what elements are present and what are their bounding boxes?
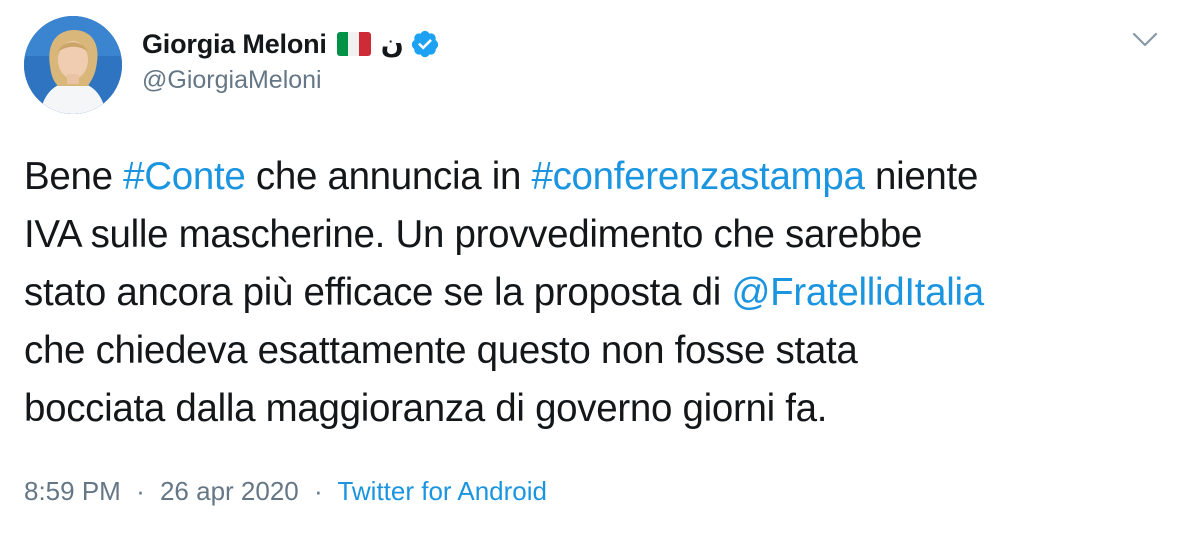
- tweet-header: Giorgia Meloni ن @GiorgiaMeloni: [142, 24, 440, 95]
- hashtag-link[interactable]: #Conte: [123, 155, 246, 198]
- tweet-meta: 8:59 PM · 26 apr 2020 · Twitter for Andr…: [24, 476, 547, 507]
- tweet-text-segment: che chiedeva esattamente questo non foss…: [24, 329, 858, 372]
- verified-badge-icon: [411, 30, 438, 58]
- arabic-nun-glyph: ن: [380, 28, 404, 60]
- hashtag-link[interactable]: #conferenzastampa: [532, 155, 865, 198]
- tweet-text-line: Bene #Conte che annuncia in #conferenzas…: [24, 148, 1159, 206]
- tweet-text-line: bocciata dalla maggioranza di governo gi…: [24, 380, 1159, 438]
- mention-link[interactable]: @FratellidItalia: [731, 271, 984, 314]
- tweet-text-segment: che annuncia in: [245, 155, 532, 198]
- tweet-source[interactable]: Twitter for Android: [337, 476, 547, 506]
- flag-green-stripe: [336, 32, 349, 56]
- italy-flag-icon: [336, 32, 371, 56]
- chevron-down-icon[interactable]: [1132, 32, 1158, 48]
- tweet-text: Bene #Conte che annuncia in #conferenzas…: [24, 148, 1159, 438]
- tweet-text-line: stato ancora più efficace se la proposta…: [24, 264, 1159, 322]
- avatar-photo: [24, 16, 122, 114]
- flag-red-stripe: [359, 32, 371, 56]
- tweet-text-segment: bocciata dalla maggioranza di governo gi…: [24, 387, 828, 430]
- tweet-time[interactable]: 8:59 PM: [24, 476, 121, 506]
- tweet-text-segment: stato ancora più efficace se la proposta…: [24, 271, 732, 314]
- user-handle[interactable]: @GiorgiaMeloni: [142, 66, 440, 95]
- display-name[interactable]: Giorgia Meloni: [142, 29, 327, 60]
- tweet-text-line: IVA sulle mascherine. Un provvedimento c…: [24, 206, 1159, 264]
- meta-separator: ·: [314, 476, 323, 506]
- avatar[interactable]: [24, 16, 122, 114]
- name-row: Giorgia Meloni ن: [142, 24, 440, 64]
- tweet-text-segment: niente: [864, 155, 979, 198]
- tweet-text-line: che chiedeva esattamente questo non foss…: [24, 322, 1159, 380]
- tweet-text-segment: IVA sulle mascherine. Un provvedimento c…: [24, 213, 923, 256]
- flag-white-stripe: [348, 32, 360, 56]
- tweet-date[interactable]: 26 apr 2020: [160, 476, 299, 506]
- meta-separator: ·: [136, 476, 145, 506]
- tweet-text-segment: Bene: [24, 155, 124, 198]
- tweet-card: Giorgia Meloni ن @GiorgiaMeloni Bene #Co…: [0, 0, 1180, 536]
